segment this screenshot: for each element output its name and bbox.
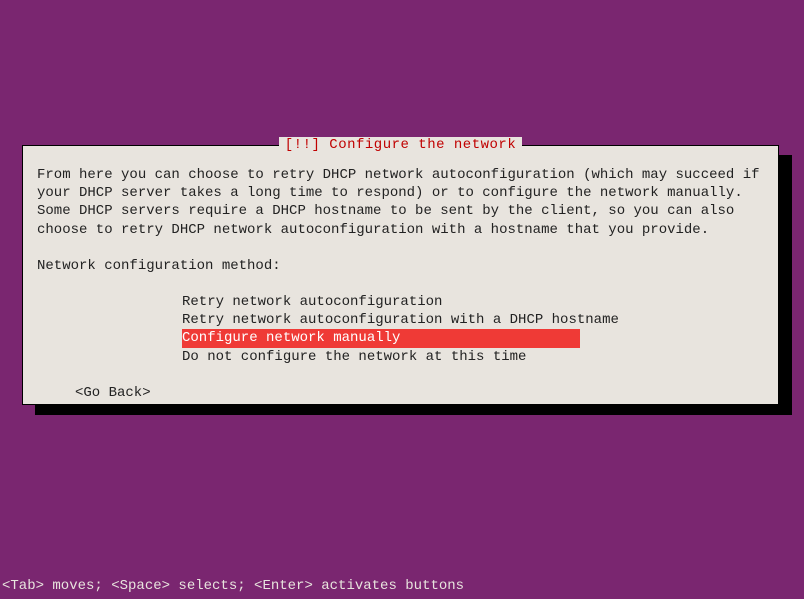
option-retry-hostname[interactable]: Retry network autoconfiguration with a D… [182, 311, 764, 329]
option-do-not-configure[interactable]: Do not configure the network at this tim… [182, 348, 764, 366]
dialog-content: From here you can choose to retry DHCP n… [23, 146, 778, 412]
footer-hint: <Tab> moves; <Space> selects; <Enter> ac… [2, 578, 464, 594]
configure-network-dialog: [!!] Configure the network From here you… [22, 145, 779, 405]
go-back-button[interactable]: <Go Back> [75, 384, 151, 402]
menu-options: Retry network autoconfiguration Retry ne… [182, 293, 764, 366]
dialog-prompt: Network configuration method: [37, 257, 764, 275]
dialog-title-bar: [!!] Configure the network [23, 137, 778, 153]
dialog-title: [!!] Configure the network [279, 137, 522, 153]
dialog-description: From here you can choose to retry DHCP n… [37, 166, 764, 239]
option-configure-manually[interactable]: Configure network manually [182, 329, 580, 347]
option-retry-autoconfig[interactable]: Retry network autoconfiguration [182, 293, 764, 311]
